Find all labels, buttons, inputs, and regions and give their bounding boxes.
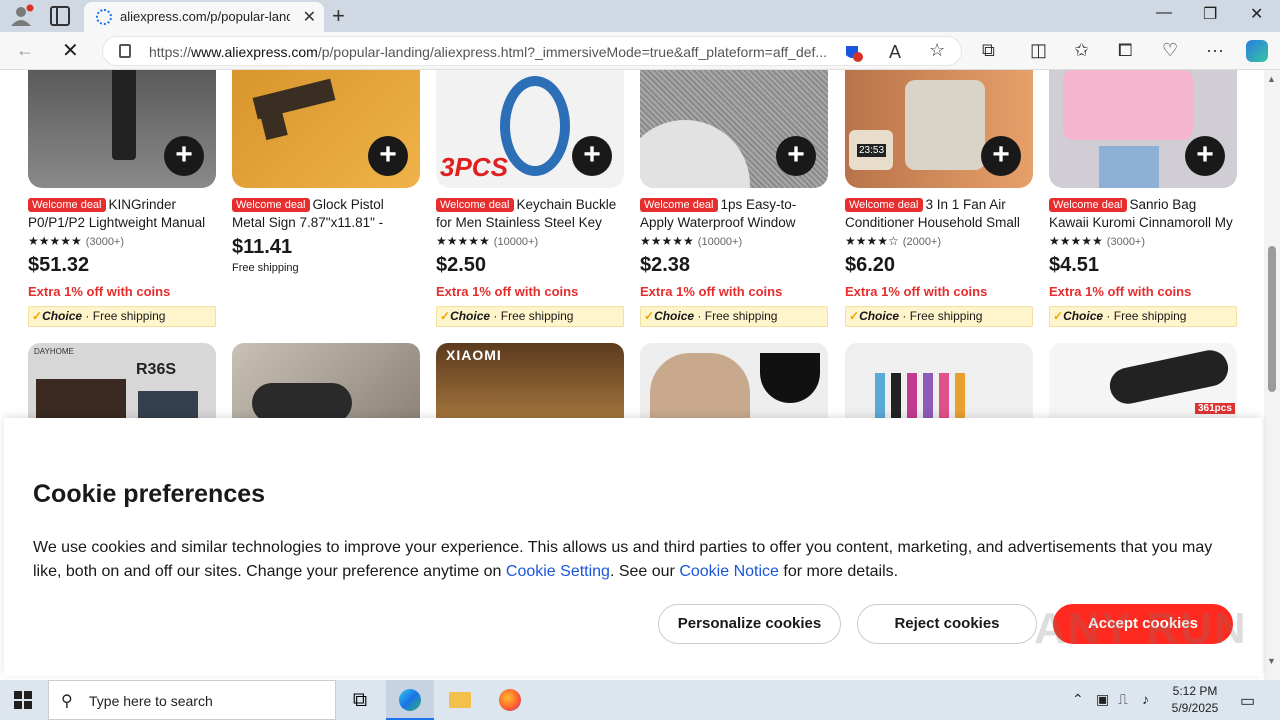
volume-icon[interactable]: ♪ [1142,691,1149,707]
coins-offer: Extra 1% off with coins [436,284,579,299]
notifications-icon[interactable]: ▭ [1240,691,1255,711]
cookie-setting-link[interactable]: Cookie Setting [506,563,610,580]
back-icon[interactable]: ← [16,40,34,61]
coins-offer: Extra 1% off with coins [28,284,171,299]
product-title[interactable]: Welcome deal KINGrinder P0/P1/P2 Lightwei… [28,196,216,232]
scrollbar-thumb[interactable] [1268,246,1276,392]
loading-icon [96,9,112,25]
new-tab-button[interactable]: + [332,3,345,29]
collections-icon[interactable]: ⧠ [1118,40,1132,61]
page-scrollbar[interactable]: ▲ ▼ [1264,70,1280,680]
choice-badge: ✓Choice · Free shipping [1049,306,1237,327]
personalize-cookies-button[interactable]: Personalize cookies [658,604,841,644]
windows-start-icon[interactable] [14,691,32,709]
add-to-cart-button[interactable]: + [981,136,1021,176]
search-placeholder: Type here to search [89,693,213,709]
firefox-icon[interactable] [486,680,534,720]
stop-loading-icon[interactable]: ✕ [62,38,79,63]
system-clock[interactable]: 5:12 PM 5/9/2025 [1166,683,1224,717]
product-image[interactable]: XIAOMI [436,343,624,423]
add-to-cart-button[interactable]: + [572,136,612,176]
promo-text: 3PCS [440,152,508,182]
choice-badge: ✓Choice · Free shipping [28,306,216,327]
url-text[interactable]: https://www.aliexpress.com/p/popular-lan… [149,44,829,60]
watermark-logo: ANY RUN [1034,604,1248,653]
choice-badge: ✓Choice · Free shipping [640,306,828,327]
product-title[interactable]: Welcome deal Sanrio Bag Kawaii Kuromi Cin… [1049,196,1237,232]
product-image[interactable] [640,343,828,423]
product-title[interactable]: Welcome deal Keychain Buckle for Men Stai… [436,196,624,232]
network-icon[interactable]: ⎍ [1118,691,1128,708]
favorite-star-icon[interactable]: ☆ [929,40,945,61]
edge-browser-icon[interactable] [386,680,434,720]
product-rating: ★★★★★ (10000+) [640,234,743,248]
add-to-cart-button[interactable]: + [368,136,408,176]
clock-display: 23:53 [857,144,887,157]
product-model-label: R36S [136,361,177,378]
tab-close-icon[interactable]: ✕ [303,7,316,27]
restore-button[interactable]: ❐ [1203,4,1217,24]
product-image[interactable]: DAYHOME R36S [28,343,216,423]
cookie-notice-link[interactable]: Cookie Notice [679,563,779,580]
choice-badge: ✓Choice · Free shipping [845,306,1033,327]
tab-actions-icon[interactable] [50,6,70,26]
address-bar[interactable]: https://www.aliexpress.com/p/popular-lan… [102,36,962,66]
split-screen-icon[interactable]: ◫ [1030,40,1047,61]
profile-icon[interactable] [8,4,34,28]
free-shipping-label: Free shipping [232,262,299,274]
product-title[interactable]: Welcome deal 1ps Easy-to-Apply Waterproof… [640,196,828,232]
product-price: $11.41 [232,236,293,258]
coins-offer: Extra 1% off with coins [640,284,783,299]
more-menu-icon[interactable]: ··· [1206,40,1224,61]
scroll-up-icon[interactable]: ▲ [1267,74,1276,84]
device-icon[interactable]: ▣ [1096,691,1109,708]
product-rating: ★★★★★ (3000+) [28,234,125,248]
product-price: $4.51 [1049,254,1100,276]
close-window-button[interactable]: ✕ [1250,4,1263,24]
task-view-icon[interactable]: ⧉ [336,680,384,720]
product-title[interactable]: Welcome deal 3 In 1 Fan Air Conditioner H… [845,196,1033,232]
browser-tab-strip: aliexpress.com/p/popular-landing/aliexpr… [0,0,1280,32]
choice-badge: ✓Choice · Free shipping [436,306,624,327]
scroll-down-icon[interactable]: ▼ [1267,656,1276,666]
active-tab[interactable]: aliexpress.com/p/popular-landing/aliexpr… [84,2,324,32]
show-hidden-icons[interactable]: ⌃ [1072,691,1084,708]
add-to-cart-button[interactable]: + [164,136,204,176]
reject-cookies-button[interactable]: Reject cookies [857,604,1037,644]
cookie-description: We use cookies and similar technologies … [33,539,1213,580]
taskbar-search-box[interactable]: ⚲ Type here to search [48,680,336,720]
add-to-cart-button[interactable]: + [776,136,816,176]
performance-icon[interactable]: ♡ [1162,40,1178,61]
brand-logo: DAYHOME [34,347,74,356]
product-image[interactable] [845,343,1033,423]
product-rating: ★★★★☆ (2000+) [845,234,942,248]
lock-icon[interactable] [119,44,131,58]
product-price: $2.50 [436,254,487,276]
product-title[interactable]: Welcome deal Glock Pistol Metal Sign 7.87… [232,196,420,232]
product-image[interactable] [232,343,420,423]
cookie-title: Cookie preferences [33,480,266,508]
product-rating: ★★★★★ (10000+) [436,234,539,248]
minimize-button[interactable]: — [1156,4,1172,22]
read-aloud-icon[interactable]: A [889,42,901,63]
product-price: $2.38 [640,254,691,276]
search-icon: ⚲ [61,693,73,710]
shopping-extension-icon[interactable] [843,42,863,62]
address-toolbar: ← ✕ https://www.aliexpress.com/p/popular… [0,32,1280,70]
windows-taskbar: ⚲ Type here to search ⧉ ⌃ ▣ ⎍ ♪ 5:12 PM … [0,680,1280,720]
copilot-icon[interactable] [1246,40,1268,62]
coins-offer: Extra 1% off with coins [1049,284,1192,299]
product-rating: ★★★★★ (3000+) [1049,234,1146,248]
extensions-icon[interactable]: ⧉ [982,40,995,61]
product-price: $6.20 [845,254,896,276]
favorites-icon[interactable]: ✩ [1074,40,1089,61]
product-image[interactable]: 361pcs [1049,343,1237,423]
brand-logo: XIAOMI [446,347,502,363]
add-to-cart-button[interactable]: + [1185,136,1225,176]
product-price: $51.32 [28,254,90,276]
tab-title: aliexpress.com/p/popular-landing/aliexpr… [120,9,290,24]
file-explorer-icon[interactable] [436,680,484,720]
coins-offer: Extra 1% off with coins [845,284,988,299]
pieces-label: 361pcs [1195,403,1235,414]
